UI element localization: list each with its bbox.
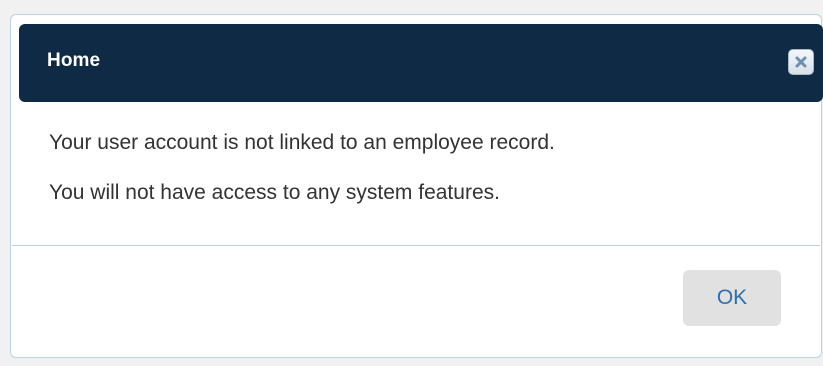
message-line-access: You will not have access to any system f… [49, 181, 500, 204]
dialog-titlebar: Home [19, 24, 823, 102]
message-line-account: Your user account is not linked to an em… [49, 131, 555, 154]
close-icon [795, 56, 807, 68]
dialog-title: Home [47, 50, 101, 71]
dialog-divider [12, 245, 820, 246]
message-dialog: Home Your user account is not linked to … [10, 14, 823, 358]
ok-button[interactable]: OK [683, 270, 781, 326]
close-button[interactable] [788, 49, 814, 75]
